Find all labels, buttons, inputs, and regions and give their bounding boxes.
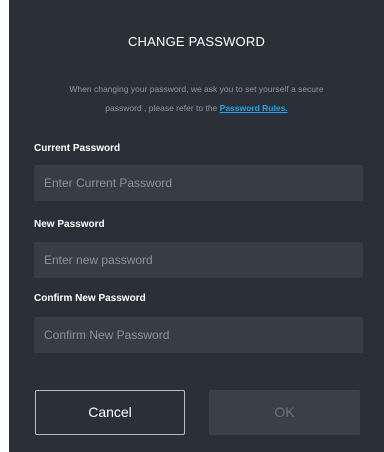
confirm-password-label: Confirm New Password (34, 293, 146, 304)
ok-button[interactable]: OK (209, 390, 360, 435)
dialog-description: When changing your password, we ask you … (29, 80, 364, 118)
description-line-1: When changing your password, we ask you … (69, 84, 324, 94)
password-rules-link[interactable]: Password Rules. (220, 103, 288, 113)
current-password-input[interactable] (34, 165, 363, 201)
confirm-password-input[interactable] (34, 317, 363, 353)
description-line-2: password , please refer to the (105, 103, 218, 113)
new-password-input[interactable] (34, 242, 363, 278)
cancel-button[interactable]: Cancel (35, 390, 185, 435)
dialog-title: CHANGE PASSWORD (127, 34, 266, 49)
change-password-dialog: CHANGE PASSWORD When changing your passw… (9, 0, 384, 452)
new-password-label: New Password (34, 219, 105, 230)
current-password-label: Current Password (34, 143, 121, 154)
